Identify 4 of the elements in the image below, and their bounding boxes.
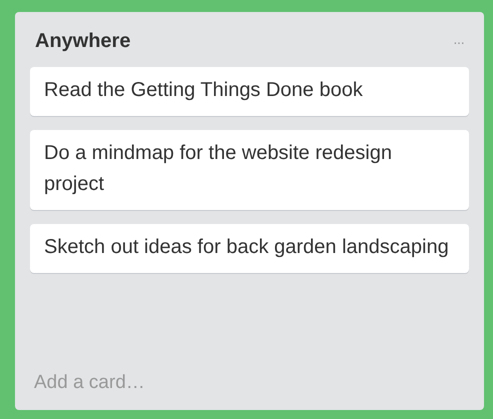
list-title: Anywhere bbox=[35, 30, 131, 53]
task-card[interactable]: Sketch out ideas for back garden landscaping bbox=[30, 224, 469, 273]
task-card[interactable]: Do a mindmap for the website redesign project bbox=[30, 130, 469, 210]
task-card[interactable]: Read the Getting Things Done book bbox=[30, 67, 469, 116]
